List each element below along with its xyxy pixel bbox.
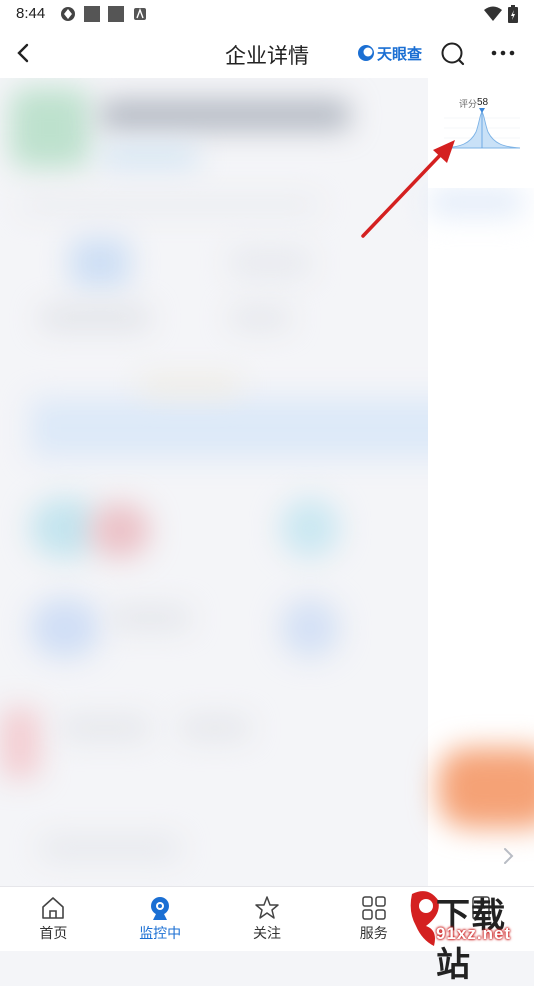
tab-follow-label: 关注 (252, 925, 281, 941)
status-time: 8:44 (16, 5, 46, 22)
tab-monitoring-label: 监控中 (139, 925, 182, 941)
brand-text: 天眼查 (377, 45, 423, 63)
monitor-icon (151, 897, 170, 920)
nav-bar: 企业详情 天眼查 (0, 28, 534, 78)
search-icon[interactable] (440, 41, 466, 67)
annotation-arrow (361, 140, 455, 238)
notification-square-icon (84, 6, 100, 22)
blurred-orange-badge (438, 748, 534, 828)
blurred-company-content: 评分 58 (0, 78, 534, 886)
home-icon (42, 897, 65, 919)
star-icon (255, 896, 279, 919)
right-panel (428, 188, 534, 886)
grid-icon (362, 896, 386, 920)
chevron-right-icon[interactable] (501, 846, 515, 866)
tianyancha-logo[interactable]: 天眼查 (358, 42, 422, 64)
notification-square-icon-2 (108, 6, 124, 22)
tab-follow[interactable]: 关注 (214, 887, 321, 951)
tab-services-label: 服务 (359, 925, 388, 941)
sync-icon (61, 7, 75, 21)
watermark-domain: 91xz.net (436, 924, 512, 943)
more-icon[interactable] (491, 50, 515, 56)
tab-home[interactable]: 首页 (0, 887, 107, 951)
tab-home-label: 首页 (39, 925, 68, 941)
app-a-icon (134, 8, 146, 20)
tab-monitoring[interactable]: 监控中 (107, 887, 214, 951)
tianyancha-logo-icon (358, 45, 374, 61)
status-bar: 8:44 (0, 0, 534, 28)
battery-icon (508, 5, 518, 23)
score-value: 58 (477, 97, 489, 108)
wifi-icon (484, 6, 502, 21)
